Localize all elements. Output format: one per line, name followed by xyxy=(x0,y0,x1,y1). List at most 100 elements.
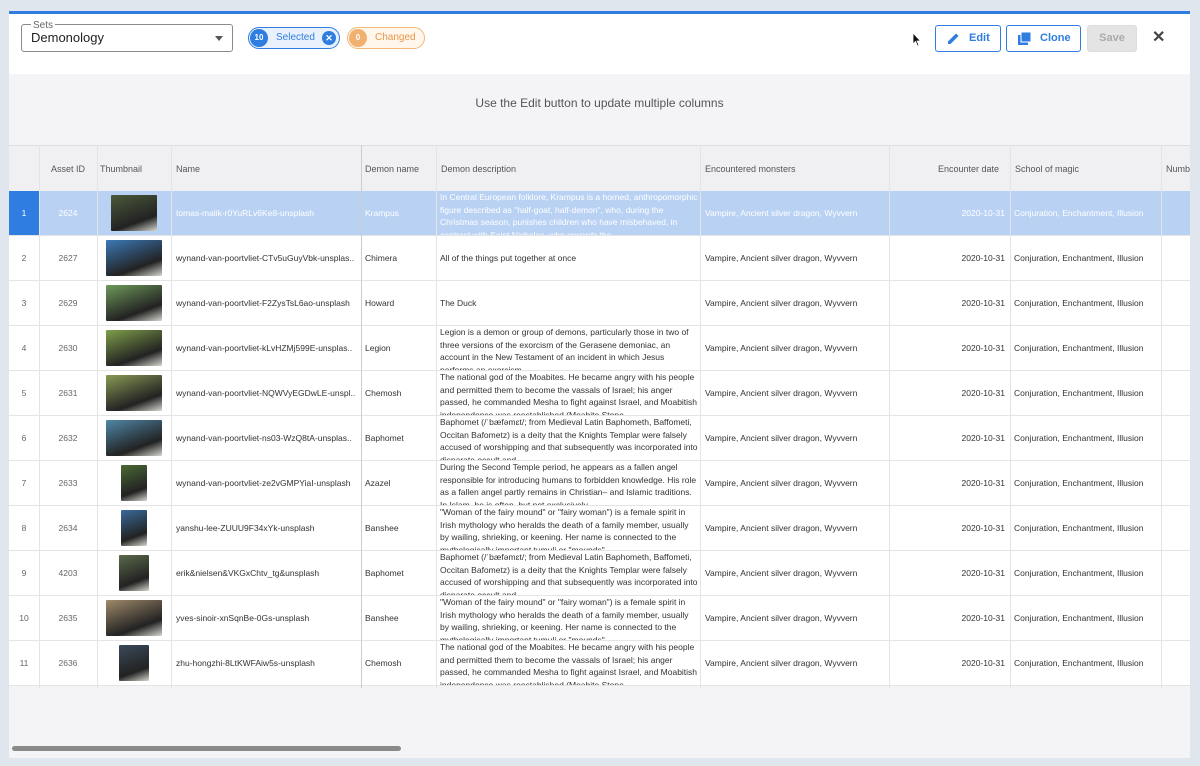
encounter-date-cell: 2020-10-31 xyxy=(961,568,1005,578)
row-number[interactable]: 2 xyxy=(9,236,39,280)
demon-name-cell: Chemosh xyxy=(365,388,402,398)
thumbnail-image[interactable] xyxy=(121,510,147,546)
name-cell: tomas-malik-r0YuRLv6Ke8-unsplash xyxy=(176,208,314,218)
asset-id-cell: 2634 xyxy=(58,523,78,533)
demon-description-cell: In Central European folklore, Krampus is… xyxy=(440,192,698,235)
row-number[interactable]: 8 xyxy=(9,506,39,550)
demon-description-cell: "Woman of the fairy mound" or "fairy wom… xyxy=(440,597,689,640)
selected-count-badge: 10 xyxy=(250,29,268,47)
toolbar: Demonology Sets 10 Selected ✕ 0 Changed … xyxy=(9,14,1190,74)
demon-description-cell: The Duck xyxy=(440,298,477,308)
row-number[interactable]: 11 xyxy=(9,641,39,685)
col-asset-id[interactable]: Asset ID xyxy=(51,146,85,192)
column-divider xyxy=(1010,145,1011,688)
encounter-date-cell: 2020-10-31 xyxy=(961,343,1005,353)
encountered-monsters-cell: Vampire, Ancient silver dragon, Wyvvern xyxy=(705,613,858,623)
name-cell: wynand-van-poortvliet-NQWVyEGDwLE-unspl.… xyxy=(176,388,356,398)
clone-button[interactable]: Clone xyxy=(1006,25,1081,52)
demon-description-cell: All of the things put together at once xyxy=(440,253,577,263)
selected-chip-label: Selected xyxy=(276,32,315,43)
horizontal-scrollbar[interactable] xyxy=(12,746,401,751)
row-number[interactable]: 7 xyxy=(9,461,39,505)
school-of-magic-cell: Conjuration, Enchantment, Illusion xyxy=(1014,253,1144,263)
encounter-date-cell: 2020-10-31 xyxy=(961,523,1005,533)
row-number[interactable]: 9 xyxy=(9,551,39,595)
column-divider xyxy=(436,145,437,688)
demon-name-cell: Banshee xyxy=(365,523,399,533)
table-row[interactable]: 9 4203 erik&nielsen&VKGxChtv_tg&unsplash Ba… xyxy=(9,551,1190,596)
col-demon-description[interactable]: Demon description xyxy=(441,146,516,192)
table-row[interactable]: 7 2633 wynand-van-poortvliet-ze2vGMPYiaI-u… xyxy=(9,461,1190,506)
demon-name-cell: Baphomet xyxy=(365,568,404,578)
clear-selection-icon[interactable]: ✕ xyxy=(322,31,336,45)
encountered-monsters-cell: Vampire, Ancient silver dragon, Wyvvern xyxy=(705,208,858,218)
thumbnail-image[interactable] xyxy=(106,285,162,321)
row-number[interactable]: 1 xyxy=(9,191,39,235)
column-divider xyxy=(1161,145,1162,688)
encounter-date-cell: 2020-10-31 xyxy=(961,298,1005,308)
table-row[interactable]: 3 2629 wynand-van-poortvliet-F2ZysTsL6ao-u… xyxy=(9,281,1190,326)
school-of-magic-cell: Conjuration, Enchantment, Illusion xyxy=(1014,208,1144,218)
selected-chip[interactable]: 10 Selected ✕ xyxy=(248,27,340,49)
asset-id-cell: 2631 xyxy=(58,388,78,398)
name-cell: wynand-van-poortvliet-ze2vGMPYiaI-unspla… xyxy=(176,478,351,488)
changed-chip[interactable]: 0 Changed xyxy=(347,27,425,49)
column-divider xyxy=(97,145,98,688)
row-number[interactable]: 3 xyxy=(9,281,39,325)
name-cell: wynand-van-poortvliet-kLvHZMj599E-unspla… xyxy=(176,343,353,353)
demon-name-cell: Chimera xyxy=(365,253,398,263)
col-thumbnail[interactable]: Thumbnail xyxy=(100,146,142,192)
row-number[interactable]: 10 xyxy=(9,596,39,640)
table-row[interactable]: 8 2634 yanshu-lee-ZUUU9F34xYk-unsplash Bans… xyxy=(9,506,1190,551)
thumbnail-image[interactable] xyxy=(106,600,162,636)
sets-editor-panel: Demonology Sets 10 Selected ✕ 0 Changed … xyxy=(9,11,1190,758)
table-row[interactable]: 2 2627 wynand-van-poortvliet-CTv5uGuyVbk-u… xyxy=(9,236,1190,281)
asset-id-cell: 2627 xyxy=(58,253,78,263)
column-divider xyxy=(171,145,172,688)
thumbnail-image[interactable] xyxy=(119,645,149,681)
thumbnail-image[interactable] xyxy=(106,240,162,276)
col-encountered-monsters[interactable]: Encountered monsters xyxy=(705,146,796,192)
sets-dropdown-value: Demonology xyxy=(31,30,104,45)
mouse-cursor-icon xyxy=(912,32,922,47)
encountered-monsters-cell: Vampire, Ancient silver dragon, Wyvvern xyxy=(705,253,858,263)
thumbnail-image[interactable] xyxy=(106,420,162,456)
demon-description-cell: During the Second Temple period, he appe… xyxy=(440,462,697,505)
col-demon-name[interactable]: Demon name xyxy=(365,146,419,192)
changed-count-badge: 0 xyxy=(349,29,367,47)
thumbnail-image[interactable] xyxy=(106,330,162,366)
demon-description-cell: "Woman of the fairy mound" or "fairy wom… xyxy=(440,507,689,550)
encounter-date-cell: 2020-10-31 xyxy=(961,208,1005,218)
asset-id-cell: 2629 xyxy=(58,298,78,308)
demon-name-cell: Banshee xyxy=(365,613,399,623)
thumbnail-image[interactable] xyxy=(106,375,162,411)
row-number[interactable]: 4 xyxy=(9,326,39,370)
thumbnail-image[interactable] xyxy=(119,555,149,591)
asset-id-cell: 2632 xyxy=(58,433,78,443)
table-row[interactable]: 10 2635 yves-sinoir-xnSqnBe-0Gs-unsplash Ba… xyxy=(9,596,1190,641)
name-cell: wynand-van-poortvliet-ns03-WzQ8tA-unspla… xyxy=(176,433,352,443)
col-number[interactable]: Numb xyxy=(1166,146,1190,192)
column-divider xyxy=(889,145,890,688)
table-row[interactable]: 11 2636 zhu-hongzhi-8LtKWFAiw5s-unsplash Ch… xyxy=(9,641,1190,686)
col-name[interactable]: Name xyxy=(176,146,200,192)
row-number[interactable]: 6 xyxy=(9,416,39,460)
table-row[interactable]: 6 2632 wynand-van-poortvliet-ns03-WzQ8tA-u… xyxy=(9,416,1190,461)
table-row[interactable]: 1 2624 tomas-malik-r0YuRLv6Ke8-unsplash Kra… xyxy=(9,191,1190,236)
edit-button[interactable]: Edit xyxy=(935,25,1001,52)
edit-button-label: Edit xyxy=(969,32,990,44)
thumbnail-image[interactable] xyxy=(121,465,147,501)
encountered-monsters-cell: Vampire, Ancient silver dragon, Wyvvern xyxy=(705,343,858,353)
col-encounter-date[interactable]: Encounter date xyxy=(938,146,999,192)
thumbnail-image[interactable] xyxy=(111,195,157,231)
col-school-of-magic[interactable]: School of magic xyxy=(1015,146,1079,192)
demon-name-cell: Azazel xyxy=(365,478,391,488)
save-button[interactable]: Save xyxy=(1087,25,1137,52)
row-number[interactable]: 5 xyxy=(9,371,39,415)
asset-id-cell: 4203 xyxy=(58,568,78,578)
close-icon[interactable]: ✕ xyxy=(1152,30,1165,46)
table-row[interactable]: 4 2630 wynand-van-poortvliet-kLvHZMj599E-u… xyxy=(9,326,1190,371)
multi-edit-hint: Use the Edit button to update multiple c… xyxy=(475,96,724,110)
encounter-date-cell: 2020-10-31 xyxy=(961,613,1005,623)
table-row[interactable]: 5 2631 wynand-van-poortvliet-NQWVyEGDwLE-u… xyxy=(9,371,1190,416)
